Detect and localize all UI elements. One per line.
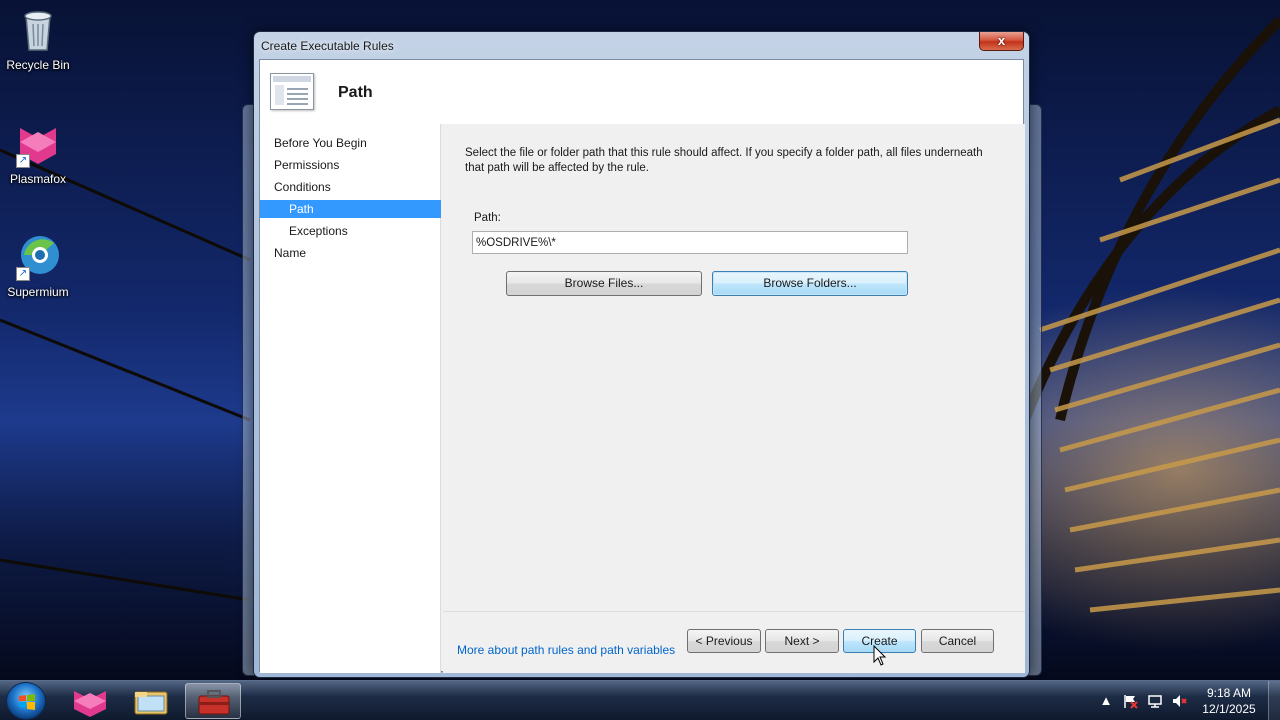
system-tray: ▲ 9:18 AM 12/1/2025: [1090, 681, 1280, 720]
supermium-icon: ↗: [14, 233, 62, 281]
recycle-bin-icon: [14, 6, 62, 54]
more-about-path-rules-link[interactable]: More about path rules and path variables: [457, 643, 675, 657]
clock-date: 12/1/2025: [1202, 702, 1256, 716]
taskbar-plasmafox-button[interactable]: [62, 683, 118, 719]
windows-flag-icon: [19, 694, 35, 710]
footer-separator: [443, 611, 1025, 612]
desktop-icon-plasmafox[interactable]: ↗ Plasmafox: [0, 120, 76, 186]
wizard-step-nav: Before You Begin Permissions Conditions …: [260, 124, 441, 673]
browse-files-button[interactable]: Browse Files...: [506, 271, 702, 296]
page-title: Path: [338, 84, 373, 101]
shortcut-arrow-icon: ↗: [16, 267, 30, 281]
volume-muted-icon[interactable]: [1171, 693, 1187, 709]
taskbar-file-explorer-button[interactable]: [123, 683, 179, 719]
action-center-flag-icon[interactable]: [1122, 693, 1138, 709]
mouse-cursor-icon: [873, 645, 887, 666]
next-button[interactable]: Next >: [765, 629, 839, 653]
toolbox-icon: [198, 690, 230, 715]
clock[interactable]: 9:18 AM 12/1/2025: [1194, 685, 1264, 717]
path-label: Path:: [474, 212, 501, 224]
taskbar: ▲ 9:18 AM 12/1/2025: [0, 680, 1280, 720]
network-icon[interactable]: [1147, 693, 1163, 709]
dialog-title: Create Executable Rules: [261, 39, 394, 53]
dialog-client-area: Path Before You Begin Permissions Condit…: [259, 59, 1025, 673]
previous-button[interactable]: < Previous: [687, 629, 761, 653]
desktop-icon-label: Plasmafox: [9, 172, 67, 186]
nav-item-permissions[interactable]: Permissions: [260, 156, 441, 174]
nav-item-exceptions[interactable]: Exceptions: [260, 222, 441, 240]
nav-item-before-you-begin[interactable]: Before You Begin: [260, 134, 441, 152]
nav-item-name[interactable]: Name: [260, 244, 441, 262]
plasmafox-icon: [74, 691, 106, 717]
create-executable-rules-dialog: Create Executable Rules x Path Before Yo…: [253, 31, 1030, 678]
desktop-icon-label: Supermium: [7, 285, 69, 299]
show-desktop-button[interactable]: [1268, 681, 1280, 720]
wizard-header: Path: [260, 60, 1023, 124]
show-hidden-icons-icon[interactable]: ▲: [1098, 693, 1114, 709]
wizard-content: Select the file or folder path that this…: [443, 124, 1025, 673]
taskbar-toolbox-button[interactable]: [185, 683, 241, 719]
nav-item-path[interactable]: Path: [260, 200, 441, 218]
desktop-icon-recycle-bin[interactable]: Recycle Bin: [0, 6, 76, 72]
nav-item-conditions[interactable]: Conditions: [260, 178, 441, 196]
desktop-icon-supermium[interactable]: ↗ Supermium: [0, 233, 76, 299]
cancel-button[interactable]: Cancel: [921, 629, 994, 653]
desktop-icon-label: Recycle Bin: [6, 58, 70, 72]
browse-folders-button[interactable]: Browse Folders...: [712, 271, 908, 296]
shortcut-arrow-icon: ↗: [16, 154, 30, 168]
close-icon: x: [997, 33, 1006, 48]
wizard-page-icon: [270, 73, 314, 110]
plasmafox-icon: ↗: [14, 120, 62, 168]
close-button[interactable]: x: [979, 32, 1024, 51]
path-input[interactable]: [472, 231, 908, 254]
start-button[interactable]: [6, 682, 46, 720]
file-explorer-icon: [134, 691, 168, 715]
clock-time: 9:18 AM: [1206, 686, 1252, 700]
path-description: Select the file or folder path that this…: [465, 147, 983, 174]
dialog-titlebar[interactable]: Create Executable Rules x: [254, 32, 1029, 59]
